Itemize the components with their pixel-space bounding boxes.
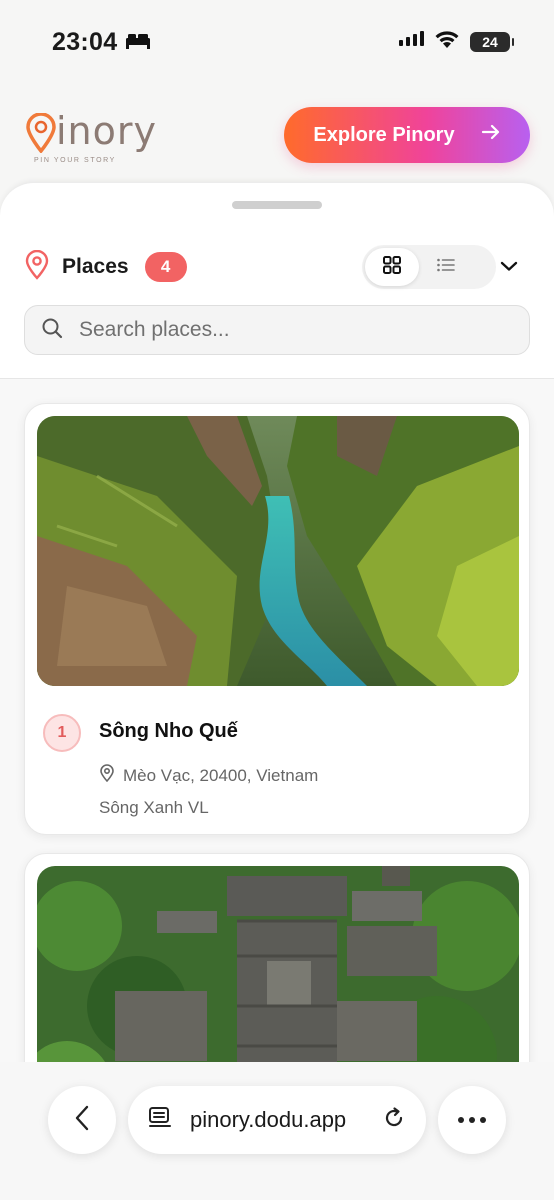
chevron-left-icon <box>74 1105 90 1136</box>
status-right: 24 <box>398 30 514 55</box>
browser-toolbar: pinory.dodu.app <box>0 1062 554 1200</box>
chevron-down-icon <box>500 259 518 277</box>
map-pin-icon <box>24 249 50 285</box>
place-title: Sông Nho Quế <box>99 720 238 742</box>
location-pin-icon <box>99 764 115 787</box>
url-text: pinory.dodu.app <box>190 1107 347 1132</box>
grid-icon <box>382 255 402 280</box>
places-sheet: Places 4 Search places... 1 Sông Nho Quế… <box>0 182 554 1200</box>
list-view-button[interactable] <box>419 248 473 286</box>
list-icon <box>436 257 456 278</box>
address-bar[interactable]: pinory.dodu.app <box>128 1086 426 1154</box>
more-dots-icon <box>457 1111 487 1129</box>
place-subtitle: Sông Xanh VL <box>99 798 209 817</box>
view-mode-toggle <box>362 245 496 289</box>
arrow-right-icon <box>481 123 501 147</box>
places-count-badge: 4 <box>144 252 187 282</box>
places-header: Places 4 <box>24 245 530 289</box>
explore-pinory-button[interactable]: Explore Pinory <box>284 107 530 163</box>
signal-icon <box>398 30 424 54</box>
sheet-grabber[interactable] <box>232 201 322 209</box>
place-photo <box>37 416 519 686</box>
status-bar: 23:04 24 <box>0 0 554 84</box>
app-header: inory PIN YOUR STORY Explore Pinory <box>0 96 554 174</box>
search-icon <box>41 317 63 344</box>
place-number-badge: 1 <box>43 714 81 752</box>
place-card[interactable]: 1 Sông Nho Quế Mèo Vạc, 20400, Vietnam S… <box>24 403 530 835</box>
place-address-text: Mèo Vạc, 20400, Vietnam <box>123 765 319 785</box>
reload-icon[interactable] <box>382 1106 406 1135</box>
places-title: Places <box>62 255 129 278</box>
logo-tagline: PIN YOUR STORY <box>34 157 116 164</box>
battery-icon: 24 <box>470 32 514 52</box>
status-time: 23:04 <box>52 27 118 56</box>
page-menu-icon <box>148 1106 172 1135</box>
place-address: Mèo Vạc, 20400, Vietnam <box>99 764 318 787</box>
status-left: 23:04 <box>52 28 151 57</box>
pinory-logo[interactable]: inory PIN YOUR STORY <box>26 103 156 167</box>
logo-wordmark: inory <box>56 109 158 153</box>
collapse-button[interactable] <box>494 253 524 283</box>
sleep-mode-icon <box>125 31 151 54</box>
search-box[interactable] <box>24 305 530 355</box>
explore-button-label: Explore Pinory <box>313 123 455 146</box>
back-button[interactable] <box>48 1086 116 1154</box>
pin-logo-icon <box>26 112 56 158</box>
wifi-icon <box>434 30 460 55</box>
grid-view-button[interactable] <box>365 248 419 286</box>
search-input[interactable] <box>79 318 499 342</box>
more-button[interactable] <box>438 1086 506 1154</box>
